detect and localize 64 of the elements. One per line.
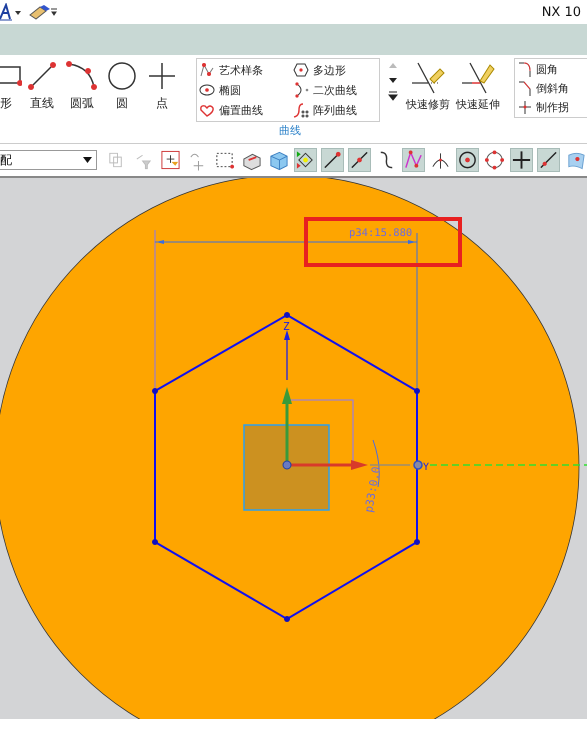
corner-tool[interactable]: 倒斜角 — [518, 80, 587, 96]
spline-icon — [199, 62, 215, 78]
corner-tool[interactable]: 圆角 — [518, 61, 587, 77]
window-title: NX 10 — [542, 4, 581, 20]
axis-label: Z — [283, 320, 290, 333]
existing-point-icon — [511, 149, 532, 171]
hexagon-icon — [293, 62, 309, 78]
caret-icon — [83, 157, 92, 163]
quadrant-icon — [484, 149, 505, 171]
toolbar-button[interactable] — [294, 148, 317, 172]
select-filter-icon — [160, 149, 181, 171]
sketch-tool[interactable]: 圆 — [102, 61, 142, 112]
pattern-curve-icon — [293, 102, 309, 118]
curve-tool[interactable]: 多边形 — [293, 61, 379, 79]
toolbar-button[interactable] — [537, 148, 560, 172]
chamfer-icon — [518, 80, 532, 96]
ellipse-icon — [199, 82, 215, 98]
text-style-icon[interactable] — [0, 3, 22, 21]
sketch-tool[interactable]: 圆弧 — [62, 61, 102, 112]
circle-icon — [107, 61, 137, 91]
arc-icon — [66, 61, 98, 91]
center-icon — [457, 149, 478, 171]
point-icon — [147, 61, 177, 91]
curve-tool[interactable]: 偏置曲线 — [199, 101, 293, 119]
sketch-tool[interactable]: 点 — [142, 61, 182, 112]
edit-tool[interactable]: 快速延伸 — [454, 61, 502, 112]
toolbar-button[interactable] — [510, 148, 533, 172]
toolbar-button[interactable] — [159, 148, 182, 172]
curve-tool[interactable]: 艺术样条 — [199, 61, 293, 79]
group-label: 曲线 — [278, 123, 302, 139]
z-axis-arrow — [284, 330, 290, 380]
dimension-label: p33:0.0 — [362, 466, 383, 514]
conic-icon — [293, 82, 309, 98]
control-point-icon — [403, 149, 424, 171]
midpoint-icon — [349, 149, 370, 171]
toolbar-button[interactable] — [483, 148, 506, 172]
trim-icon — [410, 61, 446, 95]
dimension-label: p34:15.880 — [349, 227, 412, 239]
toolbar-button[interactable] — [456, 148, 479, 172]
heart-icon — [199, 102, 215, 118]
toolbar-button[interactable] — [321, 148, 344, 172]
scroll-down-icon[interactable] — [388, 76, 398, 84]
curve-tool[interactable]: 二次曲线 — [293, 81, 379, 99]
edit-tool[interactable]: 快速修剪 — [404, 61, 452, 112]
sketch-tool[interactable]: 形 — [0, 61, 22, 112]
endpoint-icon — [322, 149, 343, 171]
axis-label: Y — [423, 462, 430, 473]
sketch-tool[interactable]: 直线 — [22, 61, 62, 112]
point-marker — [413, 460, 423, 470]
origin-marker — [282, 460, 292, 470]
extend-icon — [460, 61, 496, 95]
reference-line — [370, 464, 410, 466]
corner-tool[interactable]: 制作拐 — [518, 99, 587, 115]
line-icon — [27, 61, 57, 91]
more-icon[interactable] — [388, 91, 398, 101]
eraser-icon[interactable] — [28, 3, 58, 21]
filter-dropdown[interactable]: 配 — [0, 150, 97, 170]
curve-tool[interactable]: 椭圆 — [199, 81, 293, 99]
corner-icon — [518, 99, 532, 115]
cube-icon — [268, 149, 289, 171]
point-on-curve-icon — [538, 149, 559, 171]
fillet-icon — [518, 61, 532, 77]
toolbar-button[interactable] — [348, 148, 371, 172]
curve-tool[interactable]: 阵列曲线 — [293, 101, 379, 119]
